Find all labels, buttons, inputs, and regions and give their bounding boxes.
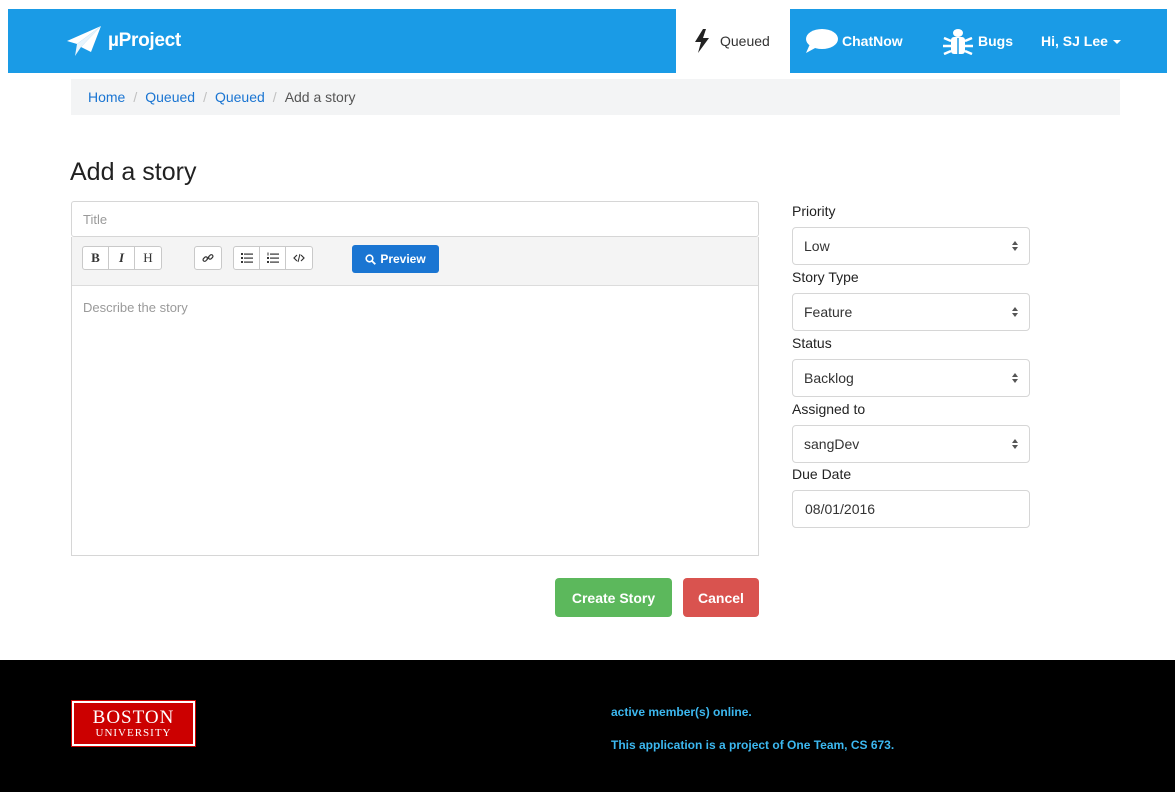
priority-select[interactable]: Low (792, 227, 1030, 265)
story-title-input[interactable] (71, 201, 759, 237)
brand-name: µProject (108, 30, 181, 51)
breadcrumb-current: Add a story (284, 89, 356, 105)
story-type-label: Story Type (792, 269, 859, 285)
breadcrumb-separator: / (133, 89, 138, 105)
due-date-label: Due Date (792, 466, 852, 482)
numbered-list-icon (266, 252, 279, 263)
breadcrumb-separator: / (272, 89, 277, 105)
breadcrumb-queued[interactable]: Queued (215, 89, 265, 105)
link-icon (202, 254, 214, 262)
preview-button[interactable]: Preview (352, 245, 439, 273)
story-type-value: Feature (804, 304, 853, 320)
nav-bugs-label: Bugs (978, 33, 1013, 49)
description-textarea[interactable]: Describe the story (72, 286, 758, 554)
lightning-bolt-icon (695, 29, 709, 53)
top-navbar: µProject Queued ChatNow Bugs Hi, SJ Lee (8, 9, 1167, 73)
status-label: Status (792, 335, 832, 351)
ordered-list-button[interactable] (260, 247, 286, 269)
preview-label: Preview (380, 252, 426, 266)
nav-queued[interactable]: Queued (676, 9, 790, 73)
breadcrumb-home[interactable]: Home (88, 89, 125, 105)
caret-down-icon (1112, 40, 1121, 44)
status-select[interactable]: Backlog (792, 359, 1030, 397)
assigned-to-select[interactable]: sangDev (792, 425, 1030, 463)
bullet-list-icon (240, 253, 253, 263)
nav-bugs[interactable]: Bugs (940, 9, 1013, 73)
priority-value: Low (804, 238, 830, 254)
paper-plane-icon (67, 26, 101, 56)
breadcrumb-queued[interactable]: Queued (145, 89, 195, 105)
link-button[interactable] (195, 247, 221, 269)
chat-bubble-icon (806, 29, 838, 53)
create-story-button[interactable]: Create Story (555, 578, 672, 617)
italic-button[interactable]: I (109, 247, 135, 269)
online-members-text: active member(s) online. (611, 705, 752, 719)
bug-icon (943, 29, 973, 55)
search-icon (365, 253, 377, 265)
nav-chatnow-label: ChatNow (842, 33, 903, 49)
logo-line-1: BOSTON (92, 706, 175, 728)
cancel-button[interactable]: Cancel (683, 578, 759, 617)
select-arrows-icon (1012, 241, 1018, 251)
story-type-select[interactable]: Feature (792, 293, 1030, 331)
link-button-group (194, 246, 222, 270)
nav-queued-label: Queued (720, 33, 770, 49)
nav-user-label: Hi, SJ Lee (1041, 33, 1108, 49)
status-value: Backlog (804, 370, 854, 386)
story-description-editor: B I H Preview Describe the story (71, 237, 759, 556)
nav-user-menu[interactable]: Hi, SJ Lee (1041, 9, 1121, 73)
due-date-value: 08/01/2016 (805, 501, 876, 517)
about-text: This application is a project of One Tea… (611, 738, 895, 752)
brand-link[interactable]: µProject (66, 25, 181, 57)
nav-chatnow[interactable]: ChatNow (804, 9, 903, 73)
code-button[interactable] (286, 247, 312, 269)
select-arrows-icon (1012, 439, 1018, 449)
format-button-group: B I H (82, 246, 162, 270)
logo-line-2: UNIVERSITY (95, 726, 172, 739)
bold-button[interactable]: B (83, 247, 109, 269)
heading-button[interactable]: H (135, 247, 161, 269)
priority-label: Priority (792, 203, 836, 219)
assigned-to-label: Assigned to (792, 401, 866, 417)
assigned-to-value: sangDev (804, 436, 860, 452)
description-placeholder: Describe the story (83, 300, 188, 315)
unordered-list-button[interactable] (234, 247, 260, 269)
editor-toolbar: B I H Preview (72, 237, 758, 286)
list-button-group (233, 246, 313, 270)
code-icon (293, 253, 305, 263)
select-arrows-icon (1012, 373, 1018, 383)
boston-university-logo: BOSTON UNIVERSITY (71, 700, 196, 747)
select-arrows-icon (1012, 307, 1018, 317)
due-date-input[interactable]: 08/01/2016 (792, 490, 1030, 528)
page-title: Add a story (70, 158, 197, 186)
breadcrumb-separator: / (203, 89, 207, 105)
footer: BOSTON UNIVERSITY active member(s) onlin… (0, 660, 1175, 792)
breadcrumb: Home / Queued / Queued / Add a story (71, 79, 1120, 115)
